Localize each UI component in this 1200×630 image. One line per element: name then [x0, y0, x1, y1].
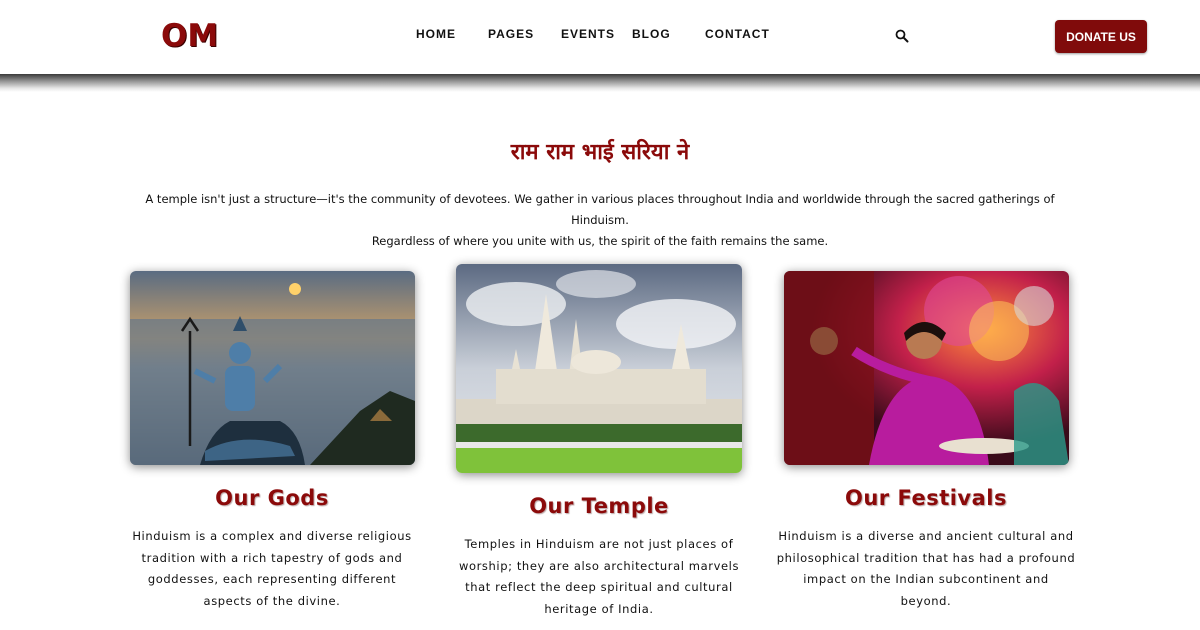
donate-button[interactable]: DONATE US [1055, 20, 1147, 53]
nav-contact[interactable]: CONTACT [705, 27, 770, 41]
intro-line-2: Regardless of where you unite with us, t… [371, 234, 829, 248]
festivals-description: Hinduism is a diverse and ancient cultur… [776, 529, 1076, 608]
festivals-image[interactable] [784, 271, 1069, 465]
search-icon[interactable] [895, 29, 909, 43]
nav-home[interactable]: HOME [416, 27, 456, 41]
gods-image[interactable] [130, 271, 415, 465]
nav-pages[interactable]: PAGES [488, 27, 534, 41]
temple-title[interactable]: Our Temple [449, 494, 749, 518]
nav-blog[interactable]: BLOG [632, 27, 671, 41]
gods-description: Hinduism is a complex and diverse religi… [132, 529, 412, 608]
site-header: OM HOME PAGES EVENTS BLOG CONTACT DONATE… [0, 0, 1200, 74]
site-logo[interactable]: OM [161, 18, 218, 54]
intro-line-1: A temple isn't just a structure—it's the… [145, 192, 1055, 227]
temple-image[interactable] [456, 264, 742, 473]
temple-description: Temples in Hinduism are not just places … [458, 537, 740, 616]
header-shadow [0, 74, 1200, 92]
intro-text: A temple isn't just a structure—it's the… [120, 189, 1080, 252]
festivals-title[interactable]: Our Festivals [776, 486, 1076, 510]
nav-events[interactable]: EVENTS [561, 27, 615, 41]
section-title: राम राम भाई सरिया ने [510, 140, 690, 165]
gods-title[interactable]: Our Gods [122, 486, 422, 510]
